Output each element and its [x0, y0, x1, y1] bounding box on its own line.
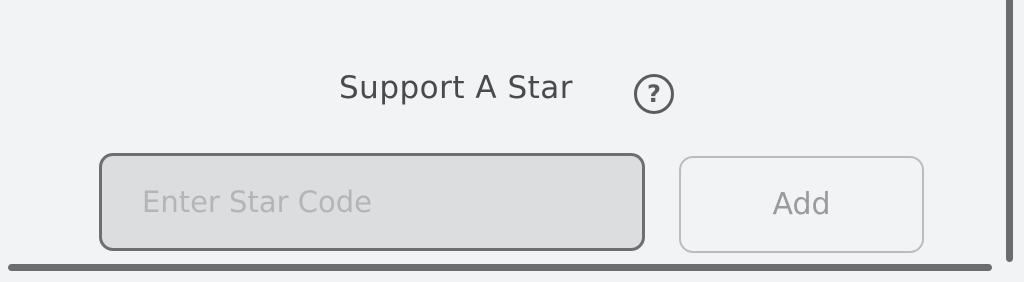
support-a-star-panel: Support A Star ? Add [0, 0, 1024, 282]
bottom-divider [8, 264, 992, 271]
support-a-star-title: Support A Star [339, 70, 574, 106]
star-code-input[interactable] [99, 153, 645, 251]
question-circle-icon[interactable]: ? [634, 74, 674, 114]
add-star-code-button[interactable]: Add [679, 156, 924, 253]
support-title-row: Support A Star ? [0, 62, 1000, 114]
scrollbar[interactable] [1006, 0, 1013, 262]
